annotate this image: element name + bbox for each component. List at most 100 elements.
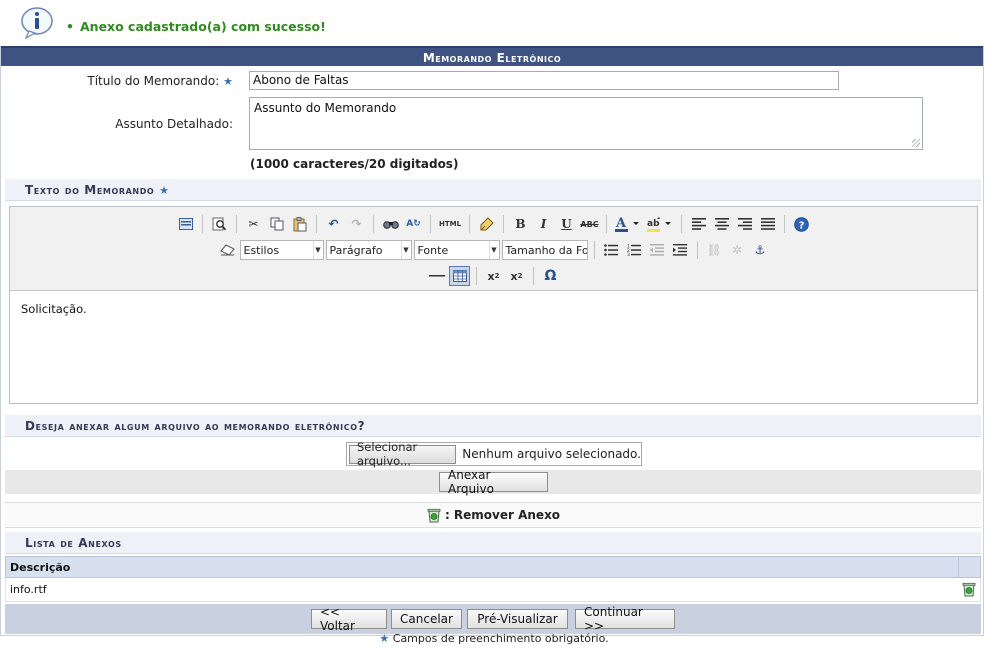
align-justify-icon[interactable] bbox=[757, 214, 778, 234]
toolbar-separator bbox=[593, 241, 595, 259]
toolbar-separator bbox=[476, 267, 477, 285]
highlight-color-icon[interactable]: ab bbox=[645, 214, 675, 234]
align-center-icon[interactable] bbox=[711, 214, 732, 234]
cut-icon[interactable]: ✂ bbox=[243, 214, 264, 234]
editor-toolbar: ✂ ↶ ↷ A↻ HTML B I U ABC A ab ? Estilos ▼… bbox=[10, 207, 977, 291]
continue-button[interactable]: Continuar >> bbox=[575, 605, 675, 633]
styles-select-value: Estilos bbox=[243, 243, 280, 257]
font-select[interactable]: Fonte ▼ bbox=[413, 240, 500, 260]
toolbar-row-1: ✂ ↶ ↷ A↻ HTML B I U ABC A ab ? bbox=[10, 212, 977, 236]
unlink-icon[interactable]: ✲ bbox=[727, 240, 748, 260]
toolbar-separator bbox=[316, 215, 317, 233]
toolbar-separator bbox=[503, 215, 504, 233]
assunto-label-text: Assunto Detalhado: bbox=[115, 117, 233, 131]
toolbar-separator bbox=[430, 215, 431, 233]
chevron-down-icon: ▼ bbox=[312, 241, 323, 259]
toolbar-separator bbox=[606, 215, 607, 233]
code-view-icon[interactable] bbox=[175, 214, 196, 234]
outdent-icon[interactable] bbox=[647, 240, 668, 260]
back-button[interactable]: << Voltar bbox=[311, 605, 387, 633]
toolbar-separator bbox=[236, 215, 237, 233]
attach-file-button[interactable]: Anexar Arquivo bbox=[439, 468, 548, 496]
styles-select[interactable]: Estilos ▼ bbox=[239, 240, 324, 260]
cleanup-icon[interactable] bbox=[476, 214, 497, 234]
titulo-label-text: Título do Memorando: bbox=[87, 74, 220, 88]
success-message: • Anexo cadastrado(a) com sucesso! bbox=[66, 19, 326, 34]
bold-icon[interactable]: B bbox=[510, 214, 531, 234]
remove-attachment-icon[interactable] bbox=[961, 581, 977, 597]
text-color-icon[interactable]: A bbox=[613, 214, 643, 234]
eraser-icon[interactable] bbox=[217, 240, 238, 260]
link-icon[interactable]: ⛓ bbox=[704, 240, 725, 260]
toolbar-separator bbox=[696, 241, 698, 259]
anchor-icon[interactable]: ⚓ bbox=[750, 240, 771, 260]
editor-content[interactable]: Solicitação. bbox=[21, 302, 87, 316]
attach-section-title: Deseja anexar algum arquivo ao memorando… bbox=[25, 419, 366, 433]
texto-section-title: Texto do Memorando bbox=[25, 183, 155, 197]
align-left-icon[interactable] bbox=[688, 214, 709, 234]
svg-text:A: A bbox=[615, 216, 627, 231]
preview-icon[interactable] bbox=[209, 214, 230, 234]
texto-section-header: Texto do Memorando ★ bbox=[5, 179, 981, 201]
titulo-input[interactable]: Abono de Faltas bbox=[249, 71, 839, 90]
file-picker[interactable]: Selecionar arquivo... Nenhum arquivo sel… bbox=[346, 440, 642, 468]
assunto-textarea[interactable]: Assunto do Memorando bbox=[249, 97, 923, 150]
cancel-button[interactable]: Cancelar bbox=[391, 609, 462, 629]
indent-icon[interactable] bbox=[670, 240, 691, 260]
assunto-label: Assunto Detalhado: bbox=[1, 117, 233, 131]
redo-icon[interactable]: ↷ bbox=[346, 214, 367, 234]
message-bullet: • bbox=[66, 19, 74, 34]
info-icon bbox=[21, 7, 53, 40]
subscript-icon[interactable]: x2 bbox=[483, 266, 504, 286]
toolbar-separator bbox=[681, 215, 682, 233]
table-row: info.rtf bbox=[5, 578, 981, 602]
required-note-text: Campos de preenchimento obrigatório. bbox=[392, 632, 609, 645]
memo-panel: Memorando Eletrônico Título do Memorando… bbox=[0, 46, 984, 636]
toolbar-row-3: x2 x2 Ω bbox=[10, 264, 977, 288]
attachments-section-header: Lista de Anexos bbox=[5, 532, 981, 554]
replace-icon[interactable]: A↻ bbox=[403, 214, 424, 234]
italic-icon[interactable]: I bbox=[533, 214, 554, 234]
toolbar-separator bbox=[533, 267, 534, 285]
undo-icon[interactable]: ↶ bbox=[323, 214, 344, 234]
titulo-label: Título do Memorando: ★ bbox=[1, 74, 233, 88]
html-source-icon[interactable]: HTML bbox=[437, 214, 463, 234]
special-char-icon[interactable]: Ω bbox=[540, 266, 561, 286]
select-file-button[interactable]: Selecionar arquivo... bbox=[349, 440, 457, 468]
bullet-list-icon[interactable] bbox=[601, 240, 622, 260]
rich-text-editor: ✂ ↶ ↷ A↻ HTML B I U ABC A ab ? Estilos ▼… bbox=[9, 206, 978, 404]
strikethrough-icon[interactable]: ABC bbox=[579, 214, 600, 234]
file-status: Nenhum arquivo selecionado. bbox=[462, 447, 641, 461]
font-size-select[interactable]: Tamanho da Fo ▼ bbox=[501, 240, 588, 260]
toolbar-separator bbox=[469, 215, 470, 233]
table-header: Descrição bbox=[5, 556, 981, 578]
font-size-select-value: Tamanho da Fo bbox=[505, 243, 588, 257]
font-select-value: Fonte bbox=[417, 243, 449, 257]
svg-text:3: 3 bbox=[627, 252, 630, 256]
table-icon[interactable] bbox=[449, 266, 470, 286]
find-icon[interactable] bbox=[380, 214, 401, 234]
numbered-list-icon[interactable]: 123 bbox=[624, 240, 645, 260]
toolbar-separator bbox=[784, 215, 785, 233]
underline-icon[interactable]: U bbox=[556, 214, 577, 234]
paste-icon[interactable] bbox=[289, 214, 310, 234]
char-counter: (1000 caracteres/20 digitados) bbox=[250, 157, 459, 171]
copy-icon[interactable] bbox=[266, 214, 287, 234]
svg-text:ab: ab bbox=[647, 219, 660, 229]
required-star-icon: ★ bbox=[223, 75, 233, 88]
required-note: ★ Campos de preenchimento obrigatório. bbox=[0, 632, 988, 645]
svg-text:?: ? bbox=[799, 220, 805, 231]
attachment-name: info.rtf bbox=[10, 583, 47, 596]
toolbar-row-2: Estilos ▼ Parágrafo ▼ Fonte ▼ Tamanho da… bbox=[10, 238, 977, 262]
superscript-icon[interactable]: x2 bbox=[506, 266, 527, 286]
attach-section-header: Deseja anexar algum arquivo ao memorando… bbox=[5, 415, 981, 437]
format-select[interactable]: Parágrafo ▼ bbox=[325, 240, 412, 260]
chevron-down-icon: ▼ bbox=[400, 241, 411, 259]
assunto-text: Assunto do Memorando bbox=[254, 101, 397, 115]
resize-grip-icon[interactable] bbox=[912, 139, 920, 147]
preview-button[interactable]: Pré-Visualizar bbox=[467, 609, 568, 629]
help-icon[interactable]: ? bbox=[791, 214, 812, 234]
horizontal-rule-icon[interactable] bbox=[426, 266, 447, 286]
required-star-icon: ★ bbox=[159, 184, 170, 197]
align-right-icon[interactable] bbox=[734, 214, 755, 234]
